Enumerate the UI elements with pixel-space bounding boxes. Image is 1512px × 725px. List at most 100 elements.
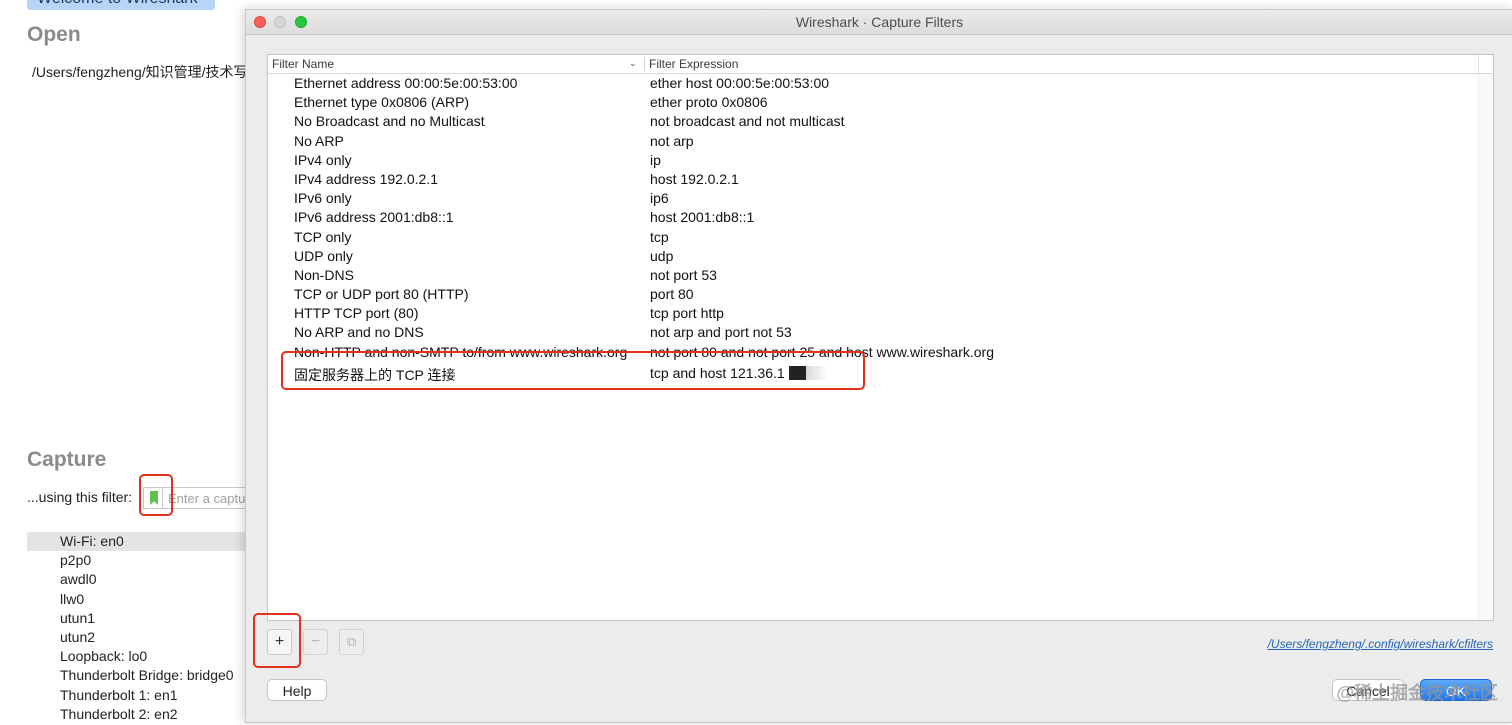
capture-section-title: Capture: [27, 448, 107, 471]
interface-item[interactable]: llw0: [27, 590, 250, 609]
config-path-link[interactable]: /Users/fengzheng/.config/wireshark/cfilt…: [1268, 637, 1493, 651]
help-button[interactable]: Help: [267, 679, 327, 701]
filter-expression-cell[interactable]: ether proto 0x0806: [650, 94, 768, 110]
welcome-banner: Welcome to Wireshark: [27, 0, 215, 10]
filter-name-cell[interactable]: HTTP TCP port (80): [294, 305, 418, 321]
table-row[interactable]: HTTP TCP port (80) tcp port http: [268, 304, 1493, 323]
filter-expression-cell[interactable]: not port 53: [650, 267, 717, 283]
interface-item[interactable]: Thunderbolt Bridge: bridge0: [27, 666, 250, 685]
filter-expression-cell[interactable]: not arp: [650, 133, 694, 149]
filter-rows: Ethernet address 00:00:5e:00:53:00 ether …: [268, 74, 1493, 383]
filter-expression-text: host 192.0.2.1: [650, 170, 739, 187]
bookmark-icon: [150, 491, 158, 505]
filter-expression-text: ether host 00:00:5e:00:53:00: [650, 75, 830, 91]
filter-expression-cell[interactable]: not arp and port not 53: [650, 324, 792, 340]
filter-expression-cell[interactable]: host 2001:db8::1: [650, 209, 754, 225]
filter-expression-text: not port 80 and not port 25 and host www…: [650, 343, 994, 360]
table-row[interactable]: IPv6 address 2001:db8::1 host 2001:db8::1: [268, 208, 1493, 227]
filter-expression-cell[interactable]: port 80: [650, 286, 694, 302]
filter-expression-text: ip6: [650, 190, 669, 207]
filter-name-cell[interactable]: IPv4 address 192.0.2.1: [294, 171, 438, 187]
filter-name-cell[interactable]: Ethernet type 0x0806 (ARP): [294, 94, 469, 110]
table-row[interactable]: IPv6 only ip6: [268, 189, 1493, 208]
interface-item[interactable]: awdl0: [27, 570, 250, 589]
welcome-page: Welcome to Wireshark Open /Users/fengzhe…: [0, 0, 253, 725]
filter-name-cell[interactable]: No ARP: [294, 133, 344, 149]
interface-item[interactable]: utun1: [27, 609, 250, 628]
filter-expression-cell[interactable]: host 192.0.2.1: [650, 171, 739, 187]
filter-expression-text: not broadcast and not multicast: [650, 113, 845, 130]
table-row[interactable]: No ARP not arp: [268, 132, 1493, 151]
filter-expression-cell[interactable]: tcp and host 121.36.1: [650, 365, 828, 381]
filter-expression-text: udp: [650, 247, 674, 264]
table-row[interactable]: Ethernet type 0x0806 (ARP) ether proto 0x…: [268, 93, 1493, 112]
filter-expression-text: not arp and port not 53: [650, 324, 792, 341]
filter-name-cell[interactable]: Ethernet address 00:00:5e:00:53:00: [294, 75, 517, 91]
interface-item[interactable]: p2p0: [27, 551, 250, 570]
table-row[interactable]: No ARP and no DNS not arp and port not 53: [268, 323, 1493, 342]
filter-name-cell[interactable]: TCP or UDP port 80 (HTTP): [294, 286, 469, 302]
chevron-down-icon: ⌄: [629, 58, 637, 68]
remove-filter-button[interactable]: −: [303, 629, 328, 655]
table-row[interactable]: No Broadcast and no Multicast not broadca…: [268, 112, 1493, 131]
filter-name-cell[interactable]: IPv4 only: [294, 152, 352, 168]
filter-expression-text: tcp and host 121.36.1: [650, 364, 785, 381]
filter-name-cell[interactable]: 固定服务器上的 TCP 连接: [294, 365, 456, 385]
filter-expression-text: host 2001:db8::1: [650, 209, 755, 226]
table-row[interactable]: TCP only tcp: [268, 228, 1493, 247]
filter-name-cell[interactable]: No ARP and no DNS: [294, 324, 424, 340]
vertical-scrollbar[interactable]: [1478, 74, 1493, 620]
table-row[interactable]: IPv4 address 192.0.2.1 host 192.0.2.1: [268, 170, 1493, 189]
column-header-filter-name[interactable]: Filter Name: [272, 57, 334, 71]
interface-item[interactable]: Thunderbolt 2: en2: [27, 705, 250, 724]
capture-filter-input[interactable]: [163, 487, 253, 509]
filter-expression-cell[interactable]: ip: [650, 152, 661, 168]
table-row[interactable]: Ethernet address 00:00:5e:00:53:00 ether …: [268, 74, 1493, 93]
capture-filter-label: ...using this filter:: [27, 489, 133, 505]
table-row[interactable]: UDP only udp: [268, 247, 1493, 266]
filter-expression-cell[interactable]: not port 80 and not port 25 and host www…: [650, 344, 994, 360]
filter-name-cell[interactable]: IPv6 only: [294, 190, 352, 206]
filter-name-cell[interactable]: TCP only: [294, 229, 351, 245]
filter-expression-cell[interactable]: tcp port http: [650, 305, 724, 321]
filter-expression-text: not port 53: [650, 266, 717, 283]
interface-item[interactable]: Wi-Fi: en0: [27, 532, 250, 552]
capture-filters-dialog: Wireshark · Capture Filters Filter Name …: [245, 9, 1512, 723]
interface-item[interactable]: Loopback: lo0: [27, 647, 250, 666]
table-header: Filter Name ⌄ Filter Expression: [268, 55, 1493, 74]
column-divider[interactable]: [644, 57, 645, 71]
filter-expression-text: tcp: [650, 228, 669, 245]
filter-expression-text: tcp port http: [650, 305, 724, 322]
table-row[interactable]: Non-DNS not port 53: [268, 266, 1493, 285]
filter-name-cell[interactable]: IPv6 address 2001:db8::1: [294, 209, 454, 225]
interface-item[interactable]: Thunderbolt 1: en1: [27, 686, 250, 705]
filter-expression-text: ether proto 0x0806: [650, 94, 768, 111]
window-title: Wireshark · Capture Filters: [795, 14, 964, 30]
filter-name-cell[interactable]: Non-HTTP and non-SMTP to/from www.wiresh…: [294, 344, 627, 360]
filter-bookmark-button[interactable]: [143, 487, 163, 509]
table-row[interactable]: Non-HTTP and non-SMTP to/from www.wiresh…: [268, 343, 1493, 362]
table-row[interactable]: 固定服务器上的 TCP 连接 tcp and host 121.36.1: [268, 362, 1493, 383]
interface-list: Wi-Fi: en0 p2p0 awdl0 llw0 utun1 utun2 Loopbac…: [27, 532, 250, 724]
recent-file-link[interactable]: /Users/fengzheng/知识管理/技术写: [32, 62, 248, 82]
dialog-titlebar: Wireshark · Capture Filters: [246, 10, 1512, 35]
filter-expression-text: not arp: [650, 132, 694, 149]
filter-expression-cell[interactable]: tcp: [650, 229, 669, 245]
table-row[interactable]: IPv4 only ip: [268, 151, 1493, 170]
filter-expression-cell[interactable]: ip6: [650, 190, 669, 206]
header-scroll-corner: [1478, 55, 1493, 73]
table-row[interactable]: TCP or UDP port 80 (HTTP) port 80: [268, 285, 1493, 304]
add-filter-button[interactable]: +: [267, 629, 292, 655]
column-header-filter-expression[interactable]: Filter Expression: [649, 57, 738, 71]
filter-expression-cell[interactable]: not broadcast and not multicast: [650, 113, 845, 129]
filter-name-cell[interactable]: Non-DNS: [294, 267, 354, 283]
interface-item[interactable]: utun2: [27, 628, 250, 647]
filter-name-cell[interactable]: No Broadcast and no Multicast: [294, 113, 485, 129]
watermark: @稀土掘金技术社区: [1336, 683, 1498, 703]
open-section-title: Open: [27, 23, 81, 46]
filter-name-cell[interactable]: UDP only: [294, 248, 353, 264]
filter-expression-cell[interactable]: ether host 00:00:5e:00:53:00: [650, 75, 829, 91]
redacted-fade: [805, 365, 828, 380]
filter-expression-cell[interactable]: udp: [650, 248, 673, 264]
copy-filter-button[interactable]: ⧉: [339, 629, 364, 655]
